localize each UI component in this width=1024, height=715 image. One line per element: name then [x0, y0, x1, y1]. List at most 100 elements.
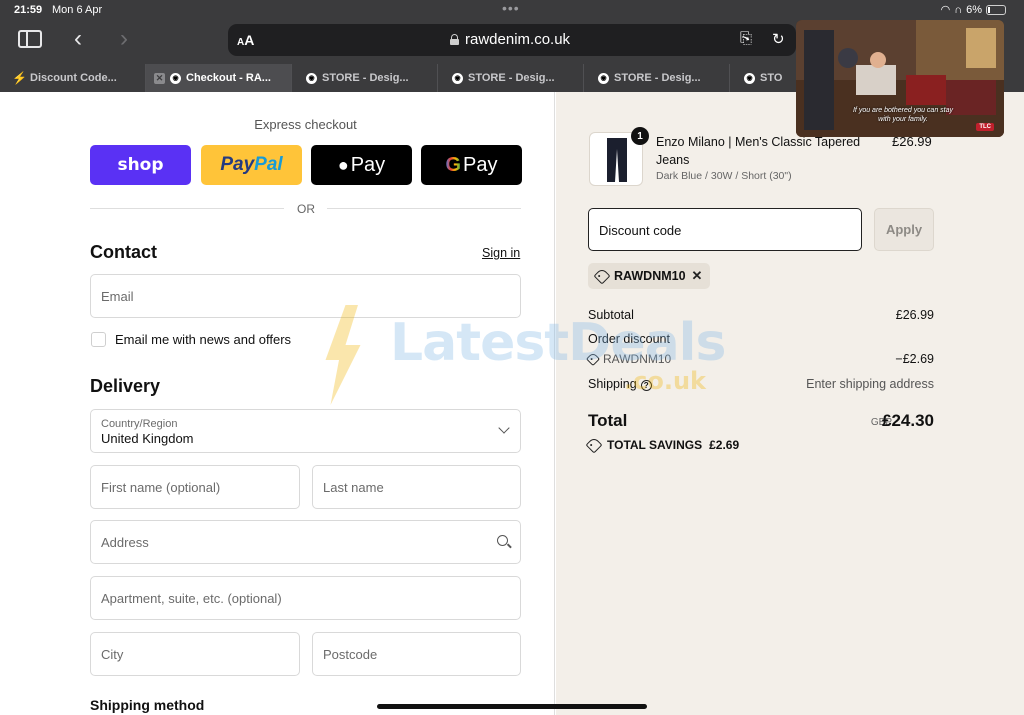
remove-code-icon[interactable]: ✕	[692, 268, 703, 284]
apartment-placeholder: Apartment, suite, etc. (optional)	[101, 591, 282, 606]
applied-code-chip: RAWDNM10 ✕	[588, 263, 711, 289]
status-time: 21:59	[14, 4, 43, 16]
tab-store-2[interactable]: ◉ STORE - Desig...	[438, 64, 584, 92]
total-label: Total	[588, 411, 628, 430]
apply-button[interactable]: Apply	[874, 208, 934, 251]
or-separator: OR	[297, 202, 315, 216]
product-variant: Dark Blue / 30W / Short (30")	[656, 170, 792, 182]
city-placeholder: City	[101, 647, 124, 662]
express-checkout-title: Express checkout	[254, 117, 357, 132]
tab-label: STORE - Desig...	[468, 72, 555, 84]
tab-store-1[interactable]: ◉ STORE - Desig...	[292, 64, 438, 92]
paypal-label-pal: Pal	[254, 154, 283, 175]
google-pay-button[interactable]: G Pay	[421, 145, 522, 185]
order-summary-pane: 1 Enzo Milano | Men's Classic Tapered Je…	[556, 92, 1024, 715]
applied-code: RAWDNM10	[614, 269, 686, 283]
contact-heading: Contact	[90, 242, 157, 262]
sign-in-link[interactable]: Sign in	[482, 246, 520, 260]
paypal-button[interactable]: Pay Pal	[201, 145, 302, 185]
tab-label: Checkout - RA...	[186, 72, 271, 84]
search-icon	[497, 535, 508, 546]
back-button[interactable]: ‹	[68, 25, 88, 52]
shipping-value: Enter shipping address	[806, 377, 934, 391]
order-discount-label: Order discount	[588, 332, 670, 346]
shipping-label: Shipping	[588, 377, 637, 391]
tag-icon	[585, 351, 601, 367]
savings-label: TOTAL SAVINGS	[607, 438, 703, 452]
status-date: Mon 6 Apr	[52, 4, 103, 16]
total-savings: TOTAL SAVINGS £2.69	[585, 436, 740, 454]
order-discount-code-text: RAWDNM10	[603, 352, 672, 366]
battery-percent: 6%	[966, 3, 982, 16]
postcode-field[interactable]: Postcode	[312, 632, 521, 676]
store-favicon-icon: ◉	[598, 72, 609, 84]
savings-value: £2.69	[709, 438, 740, 452]
sidebar-toggle-icon[interactable]	[18, 30, 42, 48]
tab-label: STORE - Desig...	[322, 72, 409, 84]
last-name-placeholder: Last name	[323, 480, 384, 495]
delivery-heading: Delivery	[90, 376, 161, 396]
first-name-placeholder: First name (optional)	[101, 480, 221, 495]
translate-icon[interactable]: ⎘	[740, 30, 752, 47]
shop-pay-button[interactable]: shop	[90, 145, 191, 185]
battery-icon	[986, 4, 1006, 15]
apple-pay-label: Pay	[350, 153, 386, 176]
help-icon[interactable]: ?	[640, 380, 652, 391]
url-display[interactable]: rawdenim.co.uk	[450, 31, 570, 48]
reload-icon[interactable]: ↻	[772, 30, 785, 48]
last-name-field[interactable]: Last name	[312, 465, 521, 509]
address-field[interactable]: Address	[90, 520, 521, 564]
google-g-icon: G	[445, 153, 462, 176]
first-name-field[interactable]: First name (optional)	[90, 465, 300, 509]
store-favicon-icon: ◉	[170, 72, 181, 84]
email-placeholder: Email	[101, 289, 134, 304]
total-value: £24.30	[882, 411, 934, 430]
subtotal-label: Subtotal	[588, 308, 634, 322]
lock-icon	[450, 34, 459, 45]
discount-code-field[interactable]: Discount code	[588, 208, 862, 251]
discount-placeholder: Discount code	[599, 223, 682, 238]
google-pay-label: Pay	[463, 153, 498, 176]
picture-in-picture-video[interactable]: If you are bothered you can stay with yo…	[796, 20, 1004, 137]
address-bar[interactable]: AA rawdenim.co.uk ⎘ ↻	[228, 24, 796, 56]
email-field[interactable]: Email	[90, 274, 521, 318]
lightning-icon: ⚡	[12, 71, 27, 85]
order-discount-value: −£2.69	[895, 352, 934, 366]
shop-pay-label: shop	[117, 155, 164, 175]
multitasking-dots-icon[interactable]: •••	[502, 0, 520, 16]
tab-label: STORE - Desig...	[614, 72, 701, 84]
tag-icon	[593, 267, 611, 285]
country-label: Country/Region	[101, 418, 178, 430]
forward-button[interactable]: ›	[114, 25, 134, 52]
tab-discount-code[interactable]: ⚡ Discount Code...	[0, 64, 146, 92]
tlc-logo: TLC	[976, 123, 994, 131]
country-value: United Kingdom	[101, 431, 194, 446]
paypal-label-pay: Pay	[220, 154, 255, 175]
tab-store-3[interactable]: ◉ STORE - Desig...	[584, 64, 730, 92]
tab-checkout[interactable]: ✕ ◉ Checkout - RA...	[146, 64, 292, 92]
close-tab-icon[interactable]: ✕	[154, 72, 165, 84]
shipping-label-row: Shipping?	[588, 377, 652, 391]
postcode-placeholder: Postcode	[323, 647, 378, 662]
apple-pay-button[interactable]: ● Pay	[311, 145, 412, 185]
store-favicon-icon: ◉	[306, 72, 317, 84]
video-caption: If you are bothered you can stay with yo…	[852, 107, 953, 123]
divider	[327, 208, 521, 209]
wifi-icon: ◠	[940, 4, 951, 16]
newsletter-checkbox[interactable]	[91, 332, 106, 347]
country-select[interactable]: Country/Region United Kingdom	[90, 409, 521, 453]
quantity-badge: 1	[631, 127, 649, 145]
text-size-button[interactable]: AA	[237, 32, 254, 48]
order-discount-code: RAWDNM10	[585, 351, 672, 367]
apartment-field[interactable]: Apartment, suite, etc. (optional)	[90, 576, 521, 620]
tab-label: Discount Code...	[30, 72, 117, 84]
tag-icon	[585, 436, 603, 454]
headphones-icon: ∩	[954, 3, 963, 16]
status-icons: ◠ ∩ 6%	[941, 3, 1006, 16]
city-field[interactable]: City	[90, 632, 300, 676]
store-favicon-icon: ◉	[744, 72, 755, 84]
home-indicator[interactable]	[377, 704, 647, 709]
product-name: Enzo Milano | Men's Classic Tapered Jean…	[656, 135, 861, 167]
jeans-image	[607, 138, 627, 182]
url-text: rawdenim.co.uk	[465, 31, 571, 48]
